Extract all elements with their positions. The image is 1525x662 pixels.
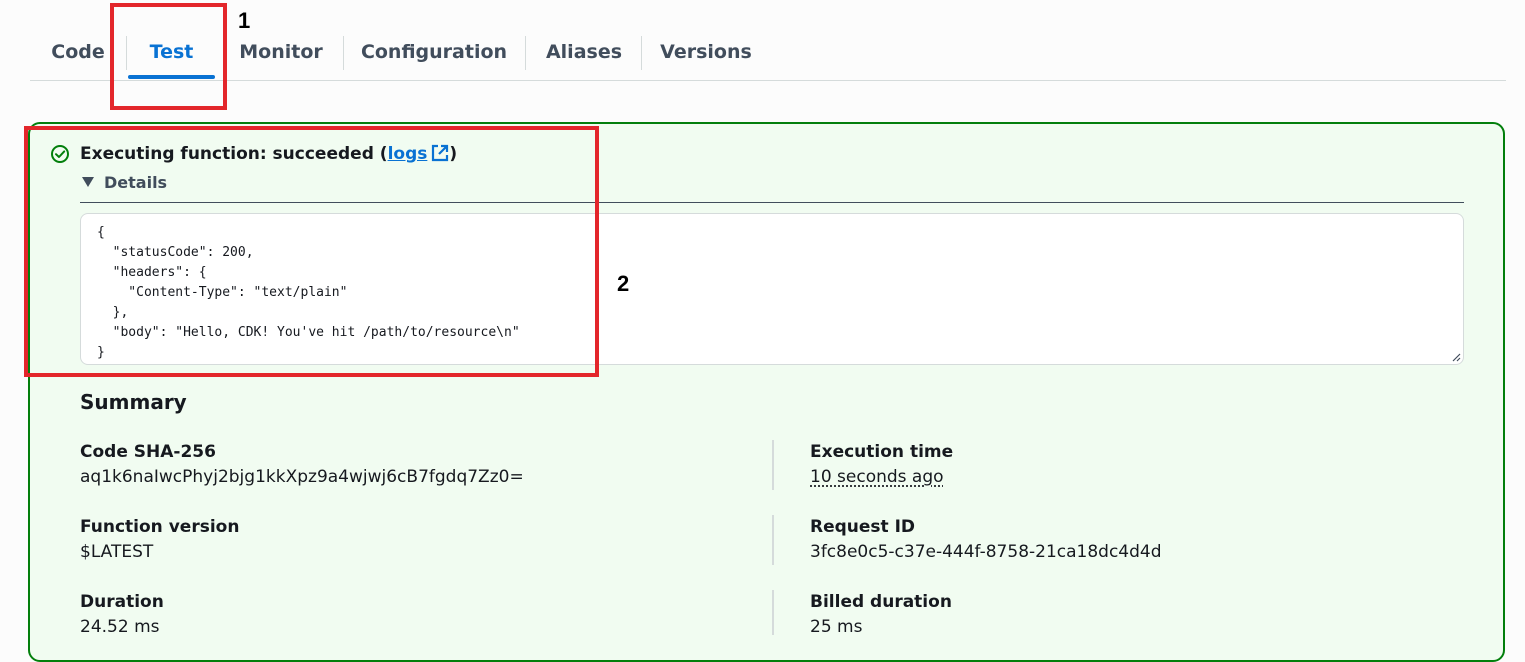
billed-duration-value: 25 ms [810,615,952,639]
execution-time-value[interactable]: 10 seconds ago [810,465,953,489]
execution-time-field: Execution time 10 seconds ago [810,440,953,489]
tab-code[interactable]: Code [50,30,106,80]
function-version-label: Function version [80,515,239,539]
execution-time-label: Execution time [810,440,953,464]
request-id-field: Request ID 3fc8e0c5-c37e-444f-8758-21ca1… [810,515,1162,564]
column-divider [772,590,774,635]
billed-duration-field: Billed duration 25 ms [810,590,952,639]
code-sha-field: Code SHA-256 aq1k6naIwcPhyj2bjg1kkXpz9a4… [80,440,524,489]
duration-value: 24.52 ms [80,615,164,639]
column-divider [772,440,774,490]
tab-separator [641,36,642,70]
tab-aliases[interactable]: Aliases [542,30,626,80]
annotation-box-2 [24,126,599,377]
resize-handle-icon[interactable] [1451,352,1461,362]
code-sha-value: aq1k6naIwcPhyj2bjg1kkXpz9a4wjwj6cB7fgdq7… [80,465,524,489]
annotation-label-2: 2 [617,271,629,297]
tab-monitor[interactable]: Monitor [235,30,327,80]
annotation-box-1 [110,3,227,110]
request-id-value: 3fc8e0c5-c37e-444f-8758-21ca18dc4d4d [810,540,1162,564]
billed-duration-label: Billed duration [810,590,952,614]
annotation-label-1: 1 [238,8,250,34]
summary-heading: Summary [80,390,187,414]
function-version-field: Function version $LATEST [80,515,239,564]
column-divider [772,515,774,565]
request-id-label: Request ID [810,515,1162,539]
tab-separator [525,36,526,70]
function-tabs: Code Test Monitor Configuration Aliases … [30,30,1506,81]
code-sha-label: Code SHA-256 [80,440,524,464]
tab-separator [343,36,344,70]
tab-configuration[interactable]: Configuration [360,30,508,80]
function-version-value: $LATEST [80,540,239,564]
duration-label: Duration [80,590,164,614]
tab-versions[interactable]: Versions [658,30,754,80]
duration-field: Duration 24.52 ms [80,590,164,639]
